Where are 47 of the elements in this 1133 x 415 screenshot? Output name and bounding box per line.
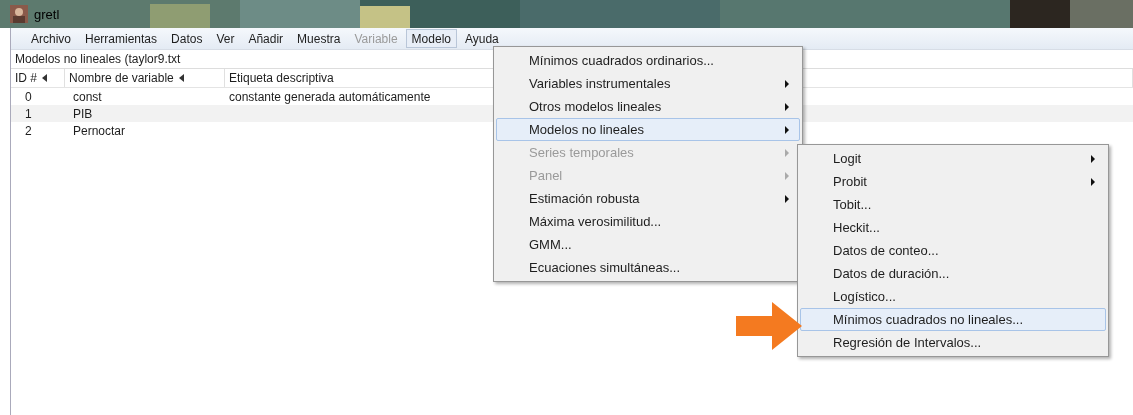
column-header[interactable]: ID #: [11, 69, 65, 87]
submenu-arrow-icon: [785, 79, 789, 88]
menu-item[interactable]: Ver: [210, 29, 241, 48]
submenu-arrow-icon: [785, 171, 789, 180]
menu-item[interactable]: Heckit...: [800, 216, 1106, 239]
menu-item[interactable]: Herramientas: [79, 29, 164, 48]
table-cell-text: 1: [24, 106, 33, 121]
table-cell-text: PIB: [72, 106, 94, 121]
menu-item[interactable]: Modelo: [405, 29, 457, 48]
table-cell-text: Pernoctar: [72, 123, 127, 138]
submenu-arrow-icon: [785, 102, 789, 111]
menu-item[interactable]: Datos de duración...: [800, 262, 1106, 285]
menu-item[interactable]: Máxima verosimilitud...: [496, 210, 800, 233]
menu-item[interactable]: Añadir: [242, 29, 290, 48]
menu-item[interactable]: Regresión de Intervalos...: [800, 331, 1106, 354]
menu-item[interactable]: Ecuaciones simultáneas...: [496, 256, 800, 279]
menu-item[interactable]: Mínimos cuadrados no lineales...: [800, 308, 1106, 331]
table-cell-text: constante generada automáticamente: [228, 89, 432, 104]
submenu-arrow-icon: [1091, 177, 1095, 186]
table-cell-text: 2: [24, 123, 33, 138]
menu-item[interactable]: Muestra: [291, 29, 347, 48]
menu-item[interactable]: Ayuda: [458, 29, 505, 48]
table-cell-text: 0: [24, 89, 33, 104]
menu-item[interactable]: Otros modelos lineales: [496, 95, 800, 118]
submenu-arrow-icon: [785, 194, 789, 203]
menu-item[interactable]: GMM...: [496, 233, 800, 256]
sort-arrow-icon: [178, 74, 184, 82]
menu-item[interactable]: Estimación robusta: [496, 187, 800, 210]
arrow-icon: [736, 302, 802, 350]
menu-item[interactable]: Probit: [800, 170, 1106, 193]
menu-item[interactable]: Logit: [800, 147, 1106, 170]
column-header[interactable]: Nombre de variable: [65, 69, 225, 87]
menu-item[interactable]: Archivo: [25, 29, 77, 48]
menu-item[interactable]: Tobit...: [800, 193, 1106, 216]
app-icon: [10, 5, 28, 23]
submenu-arrow-icon: [1091, 154, 1095, 163]
window-title: gretl: [34, 6, 60, 22]
sort-arrow-icon: [42, 74, 47, 82]
menu-item[interactable]: Logístico...: [800, 285, 1106, 308]
menu-item[interactable]: Datos: [165, 29, 209, 48]
menu-item[interactable]: Datos de conteo...: [800, 239, 1106, 262]
menu-item[interactable]: Mínimos cuadrados ordinarios...: [496, 49, 800, 72]
menu-item[interactable]: Variables instrumentales: [496, 72, 800, 95]
table-cell-text: const: [72, 89, 103, 104]
menu-item[interactable]: Modelos no lineales: [496, 118, 800, 141]
submenu-arrow-icon: [785, 125, 789, 134]
submenu-arrow-icon: [785, 148, 789, 157]
